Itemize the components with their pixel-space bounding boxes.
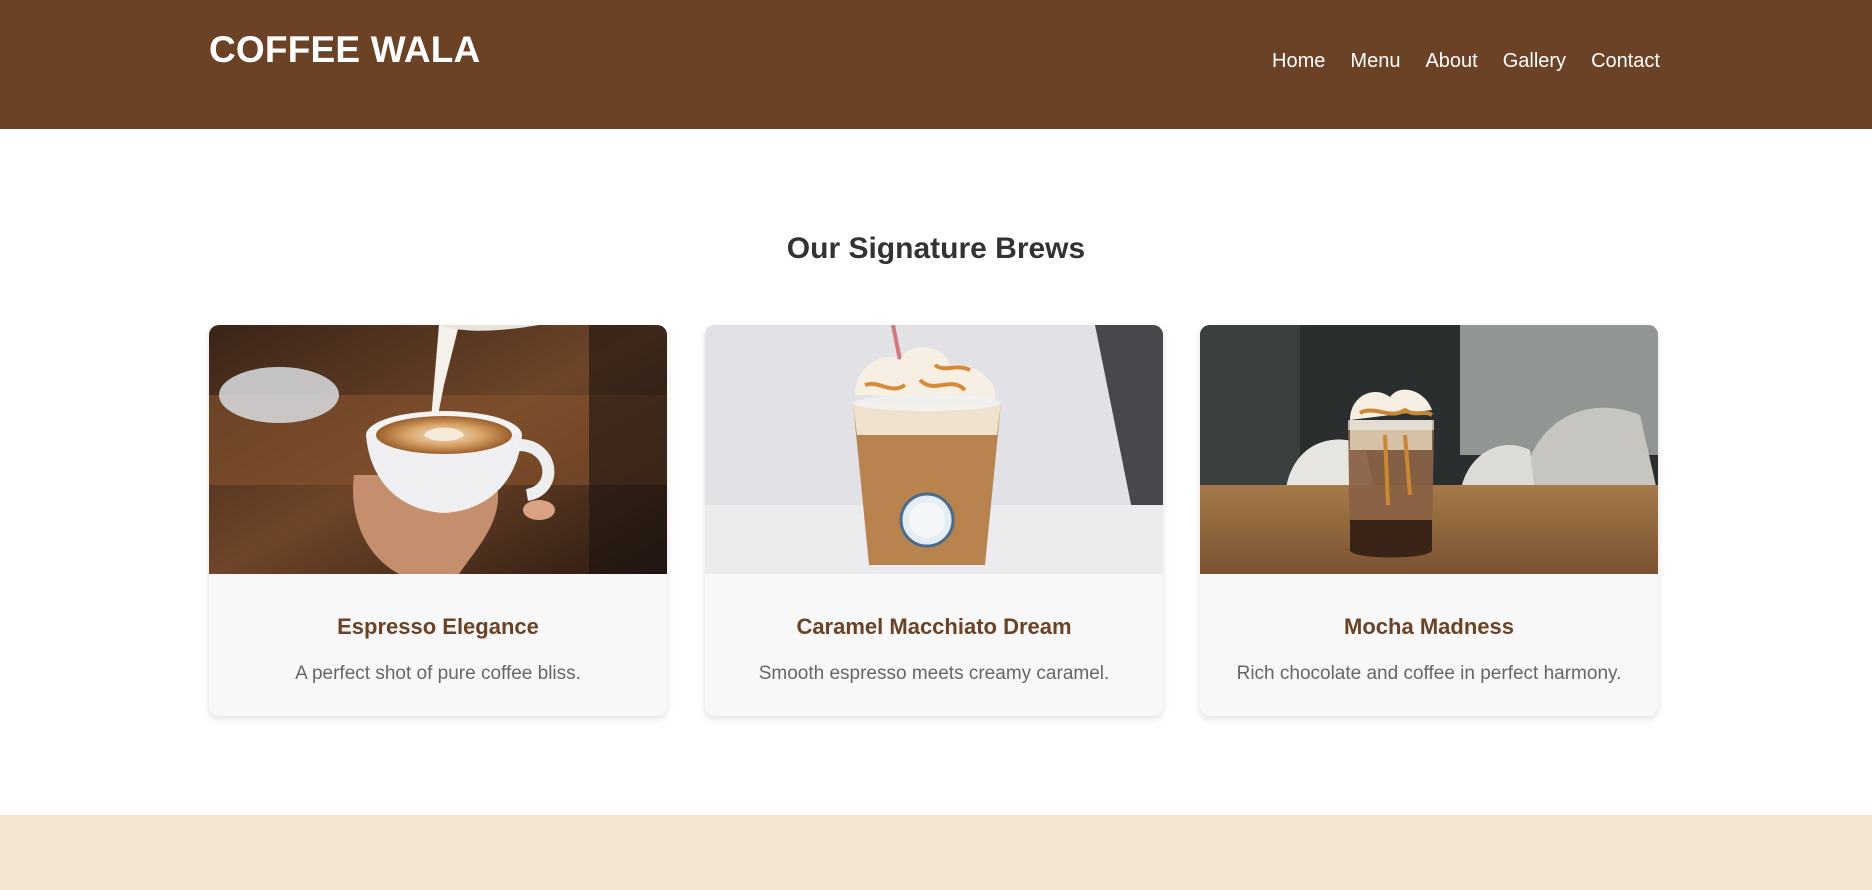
main-nav: Home Menu About Gallery Contact [1272,50,1660,73]
card-title: Mocha Madness [1344,614,1514,639]
card-description: Rich chocolate and coffee in perfect har… [1236,663,1622,684]
site-logo[interactable]: COFFEE WALA [209,29,480,71]
product-card[interactable]: Mocha Madness Rich chocolate and coffee … [1200,325,1658,716]
product-card[interactable]: Espresso Elegance A perfect shot of pure… [209,325,667,716]
iced-mocha-jar-photo [1200,325,1658,574]
card-title: Caramel Macchiato Dream [796,614,1072,639]
nav-link-gallery[interactable]: Gallery [1503,50,1566,73]
card-title: Espresso Elegance [337,614,539,639]
footer-section [0,815,1872,890]
site-header: COFFEE WALA Home Menu About Gallery Cont… [0,0,1872,129]
nav-link-home[interactable]: Home [1272,50,1325,73]
latte-art-photo [209,325,667,574]
section-title: Our Signature Brews [786,232,1086,265]
card-description: Smooth espresso meets creamy caramel. [758,663,1110,684]
iced-caramel-frappe-photo [705,325,1163,574]
nav-link-about[interactable]: About [1425,50,1477,73]
nav-link-contact[interactable]: Contact [1591,50,1660,73]
nav-link-menu[interactable]: Menu [1350,50,1400,73]
card-description: A perfect shot of pure coffee bliss. [295,663,581,684]
product-card[interactable]: Caramel Macchiato Dream Smooth espresso … [705,325,1163,716]
